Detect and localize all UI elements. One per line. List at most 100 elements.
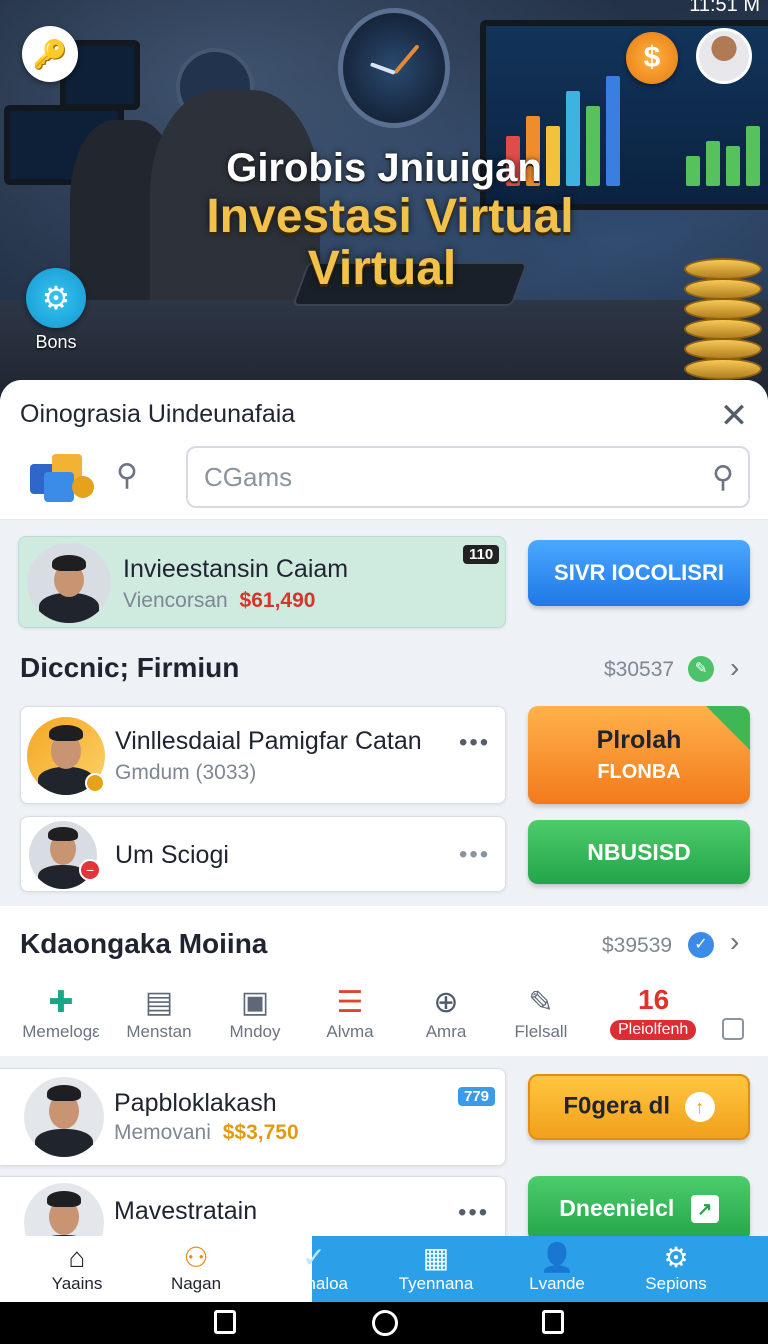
list-item-sub: Memovani $$3,750 — [114, 1121, 299, 1145]
nav-item-profile[interactable]: 👤 Lvande — [502, 1242, 612, 1294]
bonus-label: Bons — [35, 332, 77, 352]
chevron-right-icon[interactable]: › — [730, 926, 739, 958]
key-icon: 🔑 — [32, 38, 68, 70]
chevron-right-icon[interactable]: › — [730, 652, 739, 684]
recents-button[interactable] — [214, 1310, 236, 1334]
section-amount: $39539 — [602, 934, 673, 957]
content-area: Invieestansin Caiam Viencorsan $61,490 1… — [0, 520, 768, 1236]
list-item[interactable]: − Um Sciogi ••• — [20, 816, 506, 892]
select-checkbox[interactable] — [722, 1018, 744, 1040]
list-item-title: Vinllesdaial Pamigfar Catan — [115, 727, 422, 755]
category-label: Amra — [425, 1022, 467, 1041]
nav-item-settings[interactable]: ⚙ Sepions — [621, 1242, 731, 1294]
action-button[interactable]: Dneenielcl ↗ — [528, 1176, 750, 1236]
bottom-nav: ⌂ Yaains ⚇ Nagan ✓ Comaloa ▦ Tyennana 👤 … — [0, 1236, 768, 1302]
dollar-coin-button[interactable]: $ — [626, 32, 678, 84]
back-button[interactable] — [542, 1310, 564, 1334]
system-nav-bar — [0, 1302, 768, 1344]
avatar — [24, 1183, 104, 1236]
hero-title-line1: Girobis Jniuigan — [226, 146, 542, 190]
action-button[interactable]: F0gera dl ↑ — [528, 1074, 750, 1140]
section-amount: $30537 — [604, 658, 675, 681]
tag-icon: ✎ — [688, 656, 714, 682]
controller-icon: ⚇ — [183, 1242, 209, 1273]
category-label: Menstan — [126, 1022, 192, 1041]
category-item[interactable]: ▣ Mndoy — [207, 984, 303, 1042]
nav-label: Sepions — [645, 1274, 707, 1293]
action-button-label: Dneenielcl — [559, 1194, 675, 1221]
count-badge: 110 — [463, 545, 500, 564]
category-icon: ⊕ — [433, 986, 459, 1019]
featured-amount: $61,490 — [239, 589, 316, 612]
arrow-up-icon: ↑ — [684, 1092, 715, 1122]
promo-line2: FLONBA — [597, 761, 681, 783]
home-button[interactable] — [372, 1310, 398, 1336]
remove-badge-icon: − — [79, 859, 101, 881]
nav-label: Tyennana — [398, 1274, 474, 1293]
coin-badge-icon — [85, 773, 105, 793]
promo-button[interactable]: Plrolah FLONBA — [528, 706, 750, 804]
nav-label: Yaains — [51, 1274, 103, 1293]
action-button[interactable]: NBUSISD — [528, 820, 750, 884]
category-item[interactable]: ✎ Flelsall — [493, 984, 589, 1042]
search-icon[interactable]: ⚲ — [116, 458, 138, 493]
hero-title: Girobis Jniuigan Investasi Virtual Virtu… — [0, 146, 768, 295]
nav-item-complete[interactable]: ✓ Comaloa — [259, 1242, 369, 1294]
category-icon: ☰ — [336, 986, 364, 1019]
nav-item-home[interactable]: ⌂ Yaains — [22, 1242, 132, 1294]
verified-icon: ✓ — [688, 932, 714, 958]
grid-icon: ▦ — [422, 1242, 450, 1273]
bottom-sheet: Oinograsia Uindeunafaia ✕ ⚲ ⚲ Invieestan… — [0, 380, 768, 1236]
list-item-title: Um Sciogi — [115, 841, 229, 869]
avatar — [27, 543, 111, 623]
category-item[interactable]: ⊕ Amra — [398, 984, 494, 1042]
more-icon[interactable]: ••• — [459, 841, 490, 869]
list-item-amount: $$3,750 — [222, 1121, 299, 1144]
list-item[interactable]: Papbloklakash Memovani $$3,750 779 — [0, 1068, 506, 1166]
list-item-sub: Gmdum (3033) — [115, 761, 257, 784]
game-cube-icon — [26, 450, 96, 506]
search-input[interactable] — [188, 448, 668, 506]
status-time: 11:51 M — [689, 0, 760, 16]
gear-icon: ⚙ — [26, 268, 86, 328]
category-label: Mndoy — [229, 1022, 281, 1041]
search-icon[interactable]: ⚲ — [712, 460, 734, 495]
bonus-button[interactable]: ⚙ Bons — [26, 268, 86, 353]
count-number: 16 — [638, 984, 670, 1015]
section-title: Diccnic; Firmiun — [20, 652, 240, 683]
sheet-header: Oinograsia Uindeunafaia ✕ ⚲ ⚲ — [0, 380, 768, 520]
list-item-title: Papbloklakash — [114, 1089, 277, 1117]
search-field[interactable]: ⚲ — [186, 446, 750, 508]
category-label: Flelsall — [514, 1022, 568, 1041]
list-item[interactable]: Mavestratain ••• — [0, 1176, 506, 1236]
hero-banner: 11:51 M 🔑 $ Girobis Jniuigan Investasi V… — [0, 0, 768, 400]
count-badge: 779 — [458, 1087, 496, 1106]
more-icon[interactable]: ••• — [458, 1199, 489, 1227]
featured-card[interactable]: Invieestansin Caiam Viencorsan $61,490 1… — [18, 536, 506, 628]
sheet-title: Oinograsia Uindeunafaia — [20, 400, 296, 428]
list-item-sub-label: Memovani — [114, 1121, 211, 1144]
close-icon[interactable]: ✕ — [716, 396, 752, 436]
nav-label: Nagan — [170, 1274, 222, 1293]
category-panel: Kdaongaka Moiina $39539 ✓ › ✚ Memelogε ▤… — [0, 906, 768, 1056]
dollar-icon: $ — [643, 41, 661, 74]
profile-avatar[interactable] — [696, 28, 752, 84]
more-icon[interactable]: ••• — [459, 729, 490, 757]
hero-title-line2: Investasi Virtual — [206, 190, 574, 243]
nav-label: Comaloa — [279, 1274, 349, 1293]
category-item[interactable]: ▤ Menstan — [111, 984, 207, 1042]
list-item[interactable]: Vinllesdaial Pamigfar Catan Gmdum (3033)… — [20, 706, 506, 804]
featured-sub: Viencorsan $61,490 — [123, 589, 315, 613]
featured-action-button[interactable]: SIVR IOCOLISRI — [528, 540, 750, 606]
trend-icon: ↗ — [690, 1195, 719, 1224]
category-item[interactable]: ✚ Memelogε — [13, 984, 109, 1042]
nav-item-grid[interactable]: ▦ Tyennana — [381, 1242, 491, 1294]
wall-clock — [338, 8, 450, 128]
category-item[interactable]: ☰ Alvma — [302, 984, 398, 1042]
key-button[interactable]: 🔑 — [22, 26, 78, 82]
nav-item-games[interactable]: ⚇ Nagan — [141, 1242, 251, 1294]
category-icon: ▤ — [144, 986, 174, 1019]
status-pill[interactable]: Pleiolfenh — [610, 1020, 697, 1040]
user-icon: 👤 — [539, 1242, 575, 1273]
corner-badge-icon — [706, 706, 750, 750]
